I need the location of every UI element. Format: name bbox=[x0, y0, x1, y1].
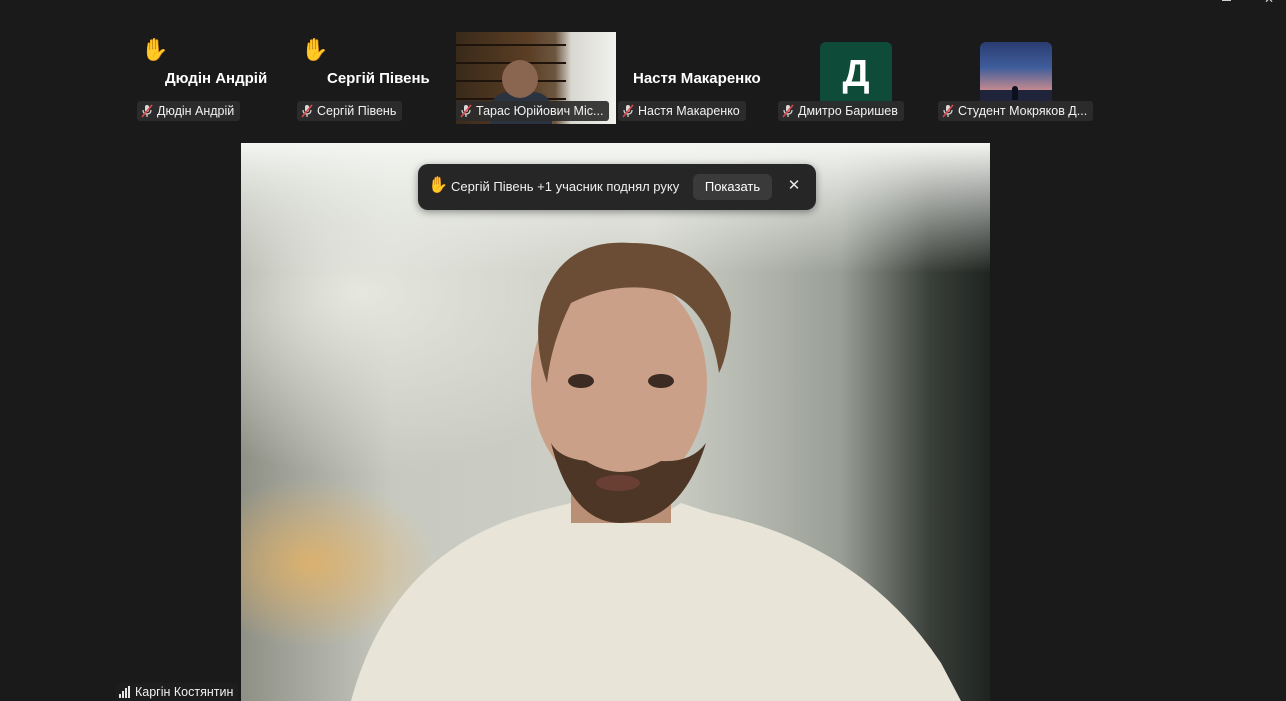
participant-label-text: Студент Мокряков Д... bbox=[958, 104, 1088, 118]
participant-tile[interactable]: Д Дмитро Баришев bbox=[778, 32, 938, 124]
participant-tile[interactable]: Настя Макаренко Настя Макаренко bbox=[618, 32, 778, 124]
muted-mic-icon bbox=[301, 104, 313, 118]
raised-hand-notification: ✋ Сергій Півень +1 учасник поднял руку П… bbox=[418, 164, 816, 210]
speaker-figure bbox=[351, 242, 961, 701]
participant-name-label: Дмитро Баришев bbox=[778, 101, 904, 121]
show-button[interactable]: Показать bbox=[693, 174, 772, 200]
participant-strip: ✋ Дюдін Андрій Дюдін Андрій ✋ Сергій Пів… bbox=[137, 32, 1099, 124]
muted-mic-icon bbox=[460, 104, 472, 118]
participant-tile[interactable]: ✋ Дюдін Андрій Дюдін Андрій bbox=[137, 32, 297, 124]
participant-name-label: Дюдін Андрій bbox=[137, 101, 241, 121]
close-window-icon[interactable]: ✕ bbox=[1262, 0, 1276, 6]
participant-tile[interactable]: Тарас Юрійович Міс... bbox=[456, 32, 616, 124]
muted-mic-icon bbox=[622, 104, 634, 118]
active-speaker-name: Каргін Костянтин bbox=[135, 685, 234, 699]
raised-hand-icon: ✋ bbox=[301, 37, 329, 62]
window-controls: ✕ bbox=[1166, 0, 1286, 8]
raised-hand-icon: ✋ bbox=[428, 177, 448, 194]
close-icon[interactable]: ✕ bbox=[784, 176, 804, 196]
active-speaker-video[interactable] bbox=[241, 143, 990, 701]
participant-display-name: Настя Макаренко bbox=[633, 70, 761, 87]
maximize-icon[interactable] bbox=[1219, 0, 1233, 6]
participant-tile[interactable]: Студент Мокряков Д... bbox=[938, 32, 1098, 124]
participant-name-label: Настя Макаренко bbox=[618, 101, 746, 121]
participant-label-text: Тарас Юрійович Міс... bbox=[476, 104, 604, 118]
participant-display-name: Сергій Півень bbox=[327, 70, 430, 87]
minimize-icon[interactable] bbox=[1174, 0, 1188, 6]
signal-bars-icon bbox=[119, 686, 130, 698]
participant-label-text: Настя Макаренко bbox=[638, 104, 740, 118]
participant-display-name: Дюдін Андрій bbox=[165, 70, 268, 87]
active-speaker-label: Каргін Костянтин bbox=[116, 683, 239, 701]
avatar bbox=[980, 42, 1052, 106]
avatar: Д bbox=[820, 42, 892, 106]
muted-mic-icon bbox=[141, 104, 153, 118]
notification-text: Сергій Півень +1 учасник поднял руку bbox=[451, 179, 680, 194]
raised-hand-icon: ✋ bbox=[141, 37, 169, 62]
participant-label-text: Сергій Півень bbox=[317, 104, 397, 118]
participant-name-label: Сергій Півень bbox=[297, 101, 403, 121]
participant-label-text: Дмитро Баришев bbox=[798, 104, 898, 118]
participant-name-label: Студент Мокряков Д... bbox=[938, 101, 1094, 121]
muted-mic-icon bbox=[782, 104, 794, 118]
participant-name-label: Тарас Юрійович Міс... bbox=[456, 101, 610, 121]
participant-label-text: Дюдін Андрій bbox=[157, 104, 235, 118]
muted-mic-icon bbox=[942, 104, 954, 118]
participant-tile[interactable]: ✋ Сергій Півень Сергій Півень bbox=[297, 32, 457, 124]
